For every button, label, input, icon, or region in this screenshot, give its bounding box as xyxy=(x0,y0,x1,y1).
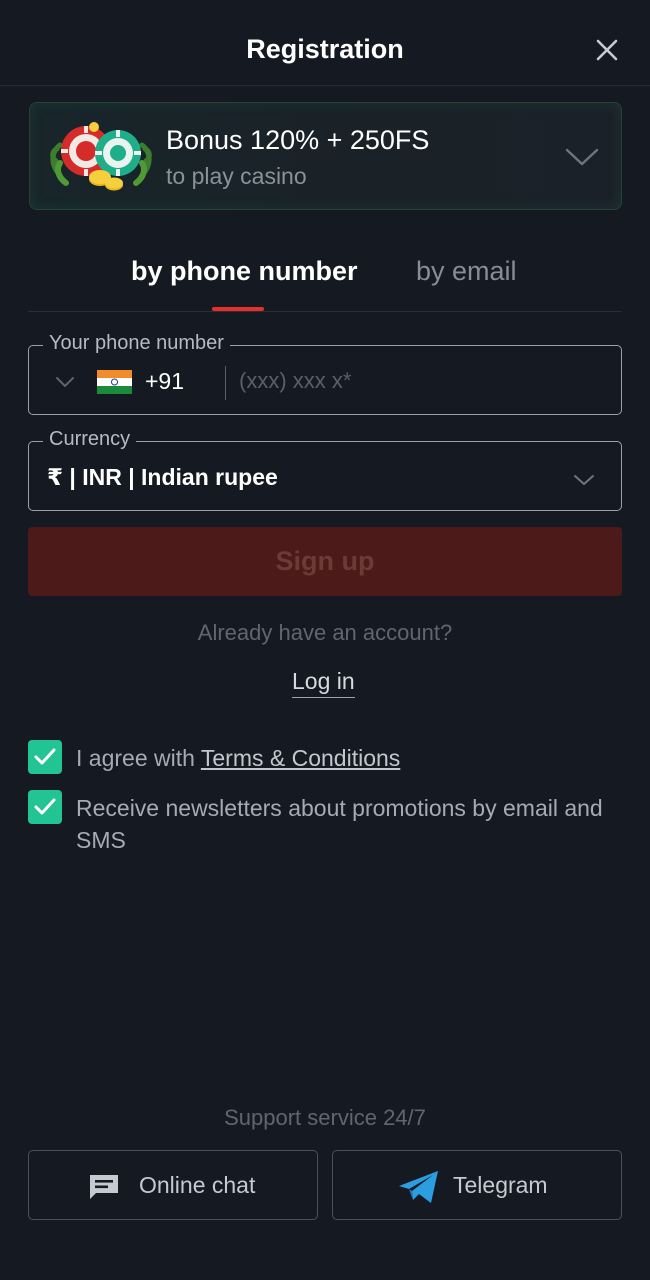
online-chat-label: Online chat xyxy=(139,1172,256,1198)
telegram-button[interactable]: Telegram xyxy=(332,1150,622,1220)
terms-conditions-link[interactable]: Terms & Conditions xyxy=(201,745,400,771)
india-flag-icon[interactable] xyxy=(97,370,132,394)
header: Registration xyxy=(0,0,650,86)
log-in-link[interactable]: Log in xyxy=(292,668,355,698)
terms-label-text: I agree with xyxy=(76,745,201,771)
bonus-subtitle: to play casino xyxy=(166,163,307,189)
page-title: Registration xyxy=(246,34,404,64)
bonus-card[interactable]: Bonus 120% + 250FS to play casino xyxy=(29,102,622,210)
dial-code[interactable]: +91 xyxy=(145,368,184,395)
bonus-title: Bonus 120% + 250FS xyxy=(166,125,430,155)
chat-icon xyxy=(90,1175,118,1199)
telegram-label: Telegram xyxy=(453,1172,548,1198)
tab-by-email[interactable]: by email xyxy=(416,256,517,287)
checkmark-icon xyxy=(34,798,56,815)
registration-tabs: by phone number by email xyxy=(28,250,622,312)
phone-number-legend: Your phone number xyxy=(43,332,230,355)
newsletter-consent-row: Receive newsletters about promotions by … xyxy=(28,790,622,858)
terms-label: I agree with Terms & Conditions xyxy=(76,742,400,774)
newsletter-checkbox[interactable] xyxy=(28,790,62,824)
checkmark-icon xyxy=(34,748,56,765)
currency-value: ₹ | INR | Indian rupee xyxy=(47,464,278,490)
country-chevron-down-icon[interactable] xyxy=(55,376,75,388)
tab-by-phone-number[interactable]: by phone number xyxy=(131,256,358,287)
phone-divider xyxy=(225,366,226,400)
terms-checkbox[interactable] xyxy=(28,740,62,774)
online-chat-button[interactable]: Online chat xyxy=(28,1150,318,1220)
active-tab-indicator xyxy=(212,307,264,311)
newsletter-label: Receive newsletters about promotions by … xyxy=(76,795,603,853)
phone-input[interactable] xyxy=(239,360,609,402)
phone-number-field: Your phone number +91 xyxy=(28,332,622,415)
telegram-icon xyxy=(399,1171,438,1203)
close-icon[interactable] xyxy=(594,37,620,63)
casino-chips-icon xyxy=(50,122,152,191)
chevron-down-icon[interactable] xyxy=(565,147,599,167)
already-have-account-text: Already have an account? xyxy=(197,620,453,645)
currency-select[interactable]: Currency ₹ | INR | Indian rupee xyxy=(28,428,622,511)
currency-legend: Currency xyxy=(43,428,137,451)
sign-up-button[interactable]: Sign up xyxy=(28,527,622,596)
support-title: Support service 24/7 xyxy=(224,1105,426,1130)
chevron-down-icon[interactable] xyxy=(573,474,595,486)
terms-consent-row: I agree with Terms & Conditions xyxy=(28,740,622,776)
